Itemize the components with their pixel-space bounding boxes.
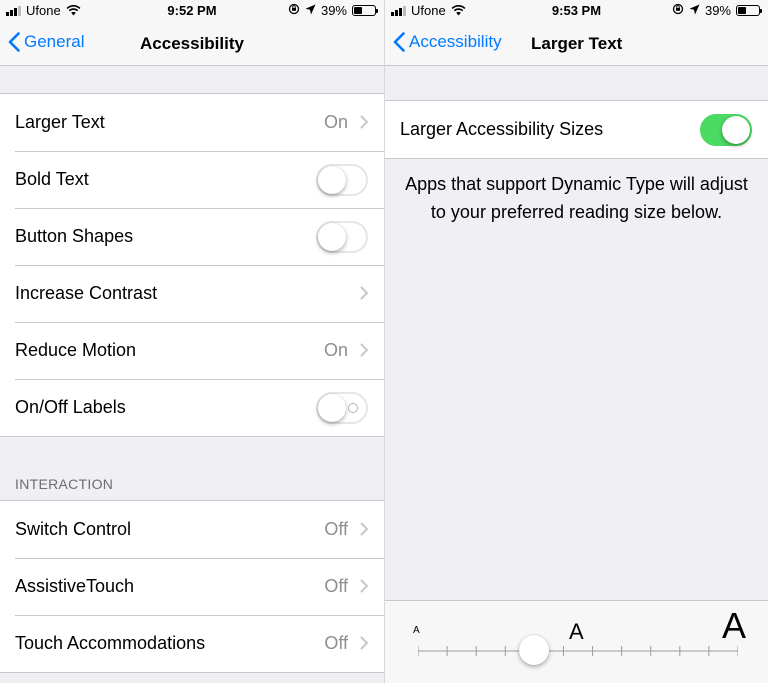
back-button-general[interactable]: General	[8, 32, 84, 52]
row-value: Off	[324, 576, 348, 596]
chevron-right-icon	[360, 522, 368, 536]
interaction-settings-group: Switch Control Off AssistiveTouch Off Touch …	[0, 500, 384, 673]
battery-percent: 39%	[704, 3, 731, 18]
larger-accessibility-sizes-toggle[interactable]	[700, 113, 752, 146]
larger-accessibility-sizes-row: Larger Accessibility Sizes	[385, 101, 768, 158]
setting-row-touch-accommodations[interactable]: Touch Accommodations Off	[0, 615, 384, 672]
accessibility-screen: Ufone 9:52 PM 39% General Accessibility …	[0, 0, 384, 683]
chevron-left-icon	[8, 32, 20, 52]
battery-icon	[736, 5, 762, 16]
toggle-knob	[318, 222, 346, 251]
text-size-slider-area: A A A	[385, 600, 768, 683]
row-label: AssistiveTouch	[15, 576, 135, 596]
chevron-right-icon	[360, 579, 368, 593]
small-size-label: A	[413, 625, 420, 636]
button-shapes-toggle[interactable]	[316, 220, 368, 253]
row-label: Increase Contrast	[15, 283, 158, 303]
page-title: Larger Text	[531, 34, 623, 53]
off-label-ring-icon	[348, 402, 358, 413]
navigation-bar: Accessibility Larger Text	[385, 22, 768, 66]
row-value: Off	[324, 633, 348, 653]
row-label: Larger Accessibility Sizes	[400, 119, 604, 139]
row-value: On	[323, 340, 348, 360]
bold-text-toggle[interactable]	[316, 163, 368, 196]
setting-row-larger-text[interactable]: Larger Text On	[0, 94, 384, 151]
setting-row-reduce-motion[interactable]: Reduce Motion On	[0, 322, 384, 379]
navigation-bar: General Accessibility	[0, 22, 384, 66]
larger-text-screen: Ufone 9:53 PM 39% Accessibility Larger T…	[384, 0, 768, 683]
chevron-right-icon	[360, 286, 368, 300]
back-button-accessibility[interactable]: Accessibility	[393, 32, 502, 52]
status-bar: Ufone 9:52 PM 39%	[0, 0, 384, 22]
row-value: Off	[324, 519, 348, 539]
large-size-label: A	[721, 605, 746, 646]
row-label: Button Shapes	[15, 226, 134, 246]
section-header-interaction: INTERACTION	[15, 476, 114, 492]
chevron-left-icon	[393, 32, 405, 52]
battery-icon	[352, 5, 378, 16]
row-value: On	[323, 112, 348, 132]
row-label: Reduce Motion	[15, 340, 137, 360]
toggle-knob	[318, 393, 346, 422]
battery-percent: 39%	[320, 3, 347, 18]
orientation-lock-icon	[672, 3, 684, 18]
row-label: Touch Accommodations	[15, 633, 206, 653]
text-size-slider-thumb[interactable]	[519, 635, 550, 665]
row-label: Switch Control	[15, 519, 132, 539]
toggle-knob	[722, 115, 750, 144]
status-bar: Ufone 9:53 PM 39%	[385, 0, 768, 22]
row-label: Bold Text	[15, 169, 89, 189]
setting-row-switch-control[interactable]: Switch Control Off	[0, 501, 384, 558]
location-icon	[305, 3, 316, 18]
back-label: Accessibility	[409, 32, 502, 51]
location-icon	[689, 3, 700, 18]
chevron-right-icon	[360, 343, 368, 357]
text-size-slider-track[interactable]	[418, 646, 738, 656]
vision-settings-group: Larger Text On Bold Text Button Shapes Incre…	[0, 93, 384, 437]
chevron-right-icon	[360, 115, 368, 129]
back-label: General	[24, 32, 85, 51]
setting-row-on-off-labels[interactable]: On/Off Labels	[0, 379, 384, 436]
medium-size-label: A	[569, 619, 584, 644]
on-off-labels-toggle[interactable]	[316, 391, 368, 424]
dynamic-type-info: Apps that support Dynamic Type will adju…	[405, 174, 748, 222]
orientation-lock-icon	[288, 3, 300, 18]
row-label: Larger Text	[15, 112, 105, 132]
setting-row-button-shapes[interactable]: Button Shapes	[0, 208, 384, 265]
row-label: On/Off Labels	[15, 397, 126, 417]
setting-row-increase-contrast[interactable]: Increase Contrast	[0, 265, 384, 322]
toggle-knob	[318, 165, 346, 194]
larger-sizes-group: Larger Accessibility Sizes	[385, 100, 768, 159]
setting-row-bold-text[interactable]: Bold Text	[0, 151, 384, 208]
chevron-right-icon	[360, 636, 368, 650]
setting-row-assistivetouch[interactable]: AssistiveTouch Off	[0, 558, 384, 615]
